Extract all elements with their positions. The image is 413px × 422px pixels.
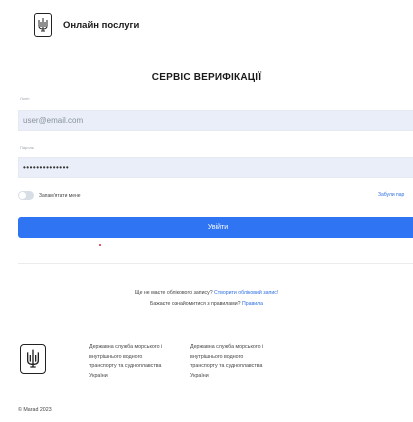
rules-link[interactable]: Правила	[242, 301, 263, 307]
login-input[interactable]: user@email.com	[18, 110, 413, 131]
password-value: ••••••••••••••	[23, 163, 70, 172]
copyright: © Marad 2023	[18, 407, 52, 413]
login-button[interactable]: Увійти	[18, 217, 413, 238]
forgot-password-link[interactable]: Забули пар	[378, 192, 404, 198]
remember-label: Запам'ятати мене	[39, 192, 81, 199]
rules-question: Бажаєте ознайомитися з правилами?	[149, 301, 241, 307]
register-line: Ще не маєте облікового запису? Створити …	[0, 290, 413, 296]
header-title: Онлайн послуги	[63, 19, 140, 31]
page-title: СЕРВІС ВЕРИФІКАЦІЇ	[151, 72, 262, 83]
create-account-link[interactable]: Створити обліковий запис!	[214, 290, 278, 296]
password-input[interactable]: ••••••••••••••	[18, 157, 413, 178]
footer-agency-col1: Державна служба морського і внутрішнього…	[89, 343, 189, 381]
password-label: Пароль	[20, 145, 34, 150]
login-placeholder: user@email.com	[23, 116, 84, 125]
footer-col1-line: транспорту та судноплавства	[89, 363, 162, 369]
footer-agency-col2: Державна служба морського і внутрішнього…	[190, 343, 290, 381]
divider	[18, 263, 413, 264]
rules-line: Бажаєте ознайомитися з правилами? Правил…	[0, 301, 413, 307]
register-question: Ще не маєте облікового запису?	[134, 290, 213, 296]
trident-emblem-icon[interactable]	[34, 13, 52, 37]
footer-col1-line: Державна служба морського і	[89, 344, 163, 350]
remember-me: Запам'ятати мене	[18, 191, 81, 200]
page: Онлайн послуги СЕРВІС ВЕРИФІКАЦІЇ Логін …	[0, 0, 413, 422]
login-label: Логін	[20, 96, 30, 101]
site-header: Онлайн послуги	[34, 12, 139, 38]
trident-emblem-icon	[20, 344, 46, 374]
footer-col2-line: транспорту та судноплавства	[190, 363, 263, 369]
remember-toggle[interactable]	[18, 191, 34, 200]
red-dot	[99, 244, 101, 246]
footer-col1-line: України	[89, 372, 108, 379]
footer-col1-line: внутрішнього водного	[89, 353, 143, 360]
footer-col2-line: внутрішнього водного	[190, 353, 244, 360]
footer-col2-line: України	[190, 372, 209, 379]
footer-col2-line: Державна служба морського і	[190, 344, 264, 350]
